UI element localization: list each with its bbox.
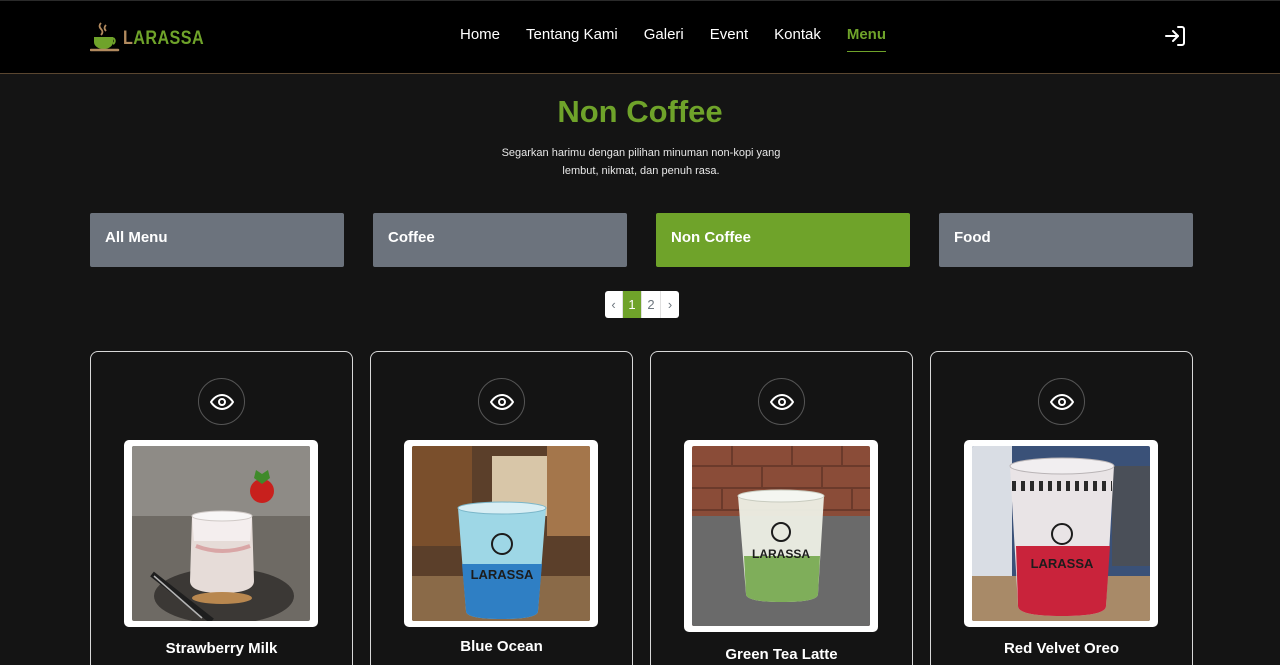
page-1-button[interactable]: 1	[623, 291, 642, 318]
svg-text:LARASSA: LARASSA	[471, 567, 534, 582]
svg-text:LARASSA: LARASSA	[1031, 556, 1094, 571]
tab-non-coffee[interactable]: Non Coffee	[656, 213, 910, 267]
svg-text:LARASSA: LARASSA	[752, 547, 810, 561]
subtitle-line-2: lembut, nikmat, dan penuh rasa.	[562, 165, 720, 177]
green-tea-latte-photo[interactable]: LARASSA	[692, 446, 870, 626]
tab-all-menu[interactable]: All Menu	[90, 213, 344, 267]
view-detail-button[interactable]	[758, 378, 805, 425]
nav-home[interactable]: Home	[460, 26, 500, 52]
coffee-cup-icon	[90, 22, 120, 52]
menu-card: LARASSA Green Tea Latte	[650, 351, 913, 665]
main-nav: Home Tentang Kami Galeri Event Kontak Me…	[460, 26, 912, 52]
view-detail-button[interactable]	[1038, 378, 1085, 425]
product-name: Blue Ocean	[460, 638, 543, 655]
strawberry-milk-photo[interactable]	[132, 446, 310, 624]
product-name: Strawberry Milk	[165, 640, 278, 657]
blue-ocean-photo[interactable]: LARASSA	[412, 446, 590, 621]
product-photo-frame: LARASSA	[684, 440, 878, 632]
nav-tentang-kami[interactable]: Tentang Kami	[526, 26, 618, 52]
view-detail-button[interactable]	[478, 378, 525, 425]
tab-coffee[interactable]: Coffee	[373, 213, 627, 267]
eye-icon	[489, 393, 514, 410]
product-photo-frame: LARASSA	[964, 440, 1158, 627]
nav-kontak[interactable]: Kontak	[774, 26, 821, 52]
eye-icon	[1049, 393, 1074, 410]
login-icon[interactable]	[1163, 24, 1187, 48]
nav-galeri[interactable]: Galeri	[644, 26, 684, 52]
page-title: Non Coffee	[557, 94, 723, 129]
page-prev-button[interactable]: ‹	[605, 291, 623, 318]
product-photo-frame: LARASSA	[404, 440, 598, 627]
page-2-button[interactable]: 2	[642, 291, 661, 318]
product-name: Red Velvet Oreo	[1003, 640, 1120, 657]
menu-card: LARASSA Red Velvet Oreo	[930, 351, 1193, 665]
brand-name: LARASSA	[123, 27, 205, 49]
product-name: Green Tea Latte	[725, 646, 838, 663]
subtitle-line-1: Segarkan harimu dengan pilihan minuman n…	[501, 147, 781, 159]
nav-menu[interactable]: Menu	[846, 26, 886, 52]
red-velvet-oreo-photo[interactable]: LARASSA	[972, 446, 1150, 621]
page-subtitle: Segarkan harimu dengan pilihan minuman n…	[490, 144, 792, 180]
product-photo-frame	[124, 440, 318, 627]
brand-logo[interactable]: LARASSA	[90, 21, 218, 53]
nav-event[interactable]: Event	[710, 26, 748, 52]
pagination: ‹ 1 2 ›	[605, 291, 679, 318]
page-next-button[interactable]: ›	[661, 291, 679, 318]
navbar: LARASSA Home Tentang Kami Galeri Event K…	[0, 0, 1280, 74]
eye-icon	[209, 393, 234, 410]
menu-card: Strawberry Milk	[90, 351, 353, 665]
view-detail-button[interactable]	[198, 378, 245, 425]
eye-icon	[769, 393, 794, 410]
tab-food[interactable]: Food	[939, 213, 1193, 267]
menu-card: LARASSA Blue Ocean	[370, 351, 633, 665]
